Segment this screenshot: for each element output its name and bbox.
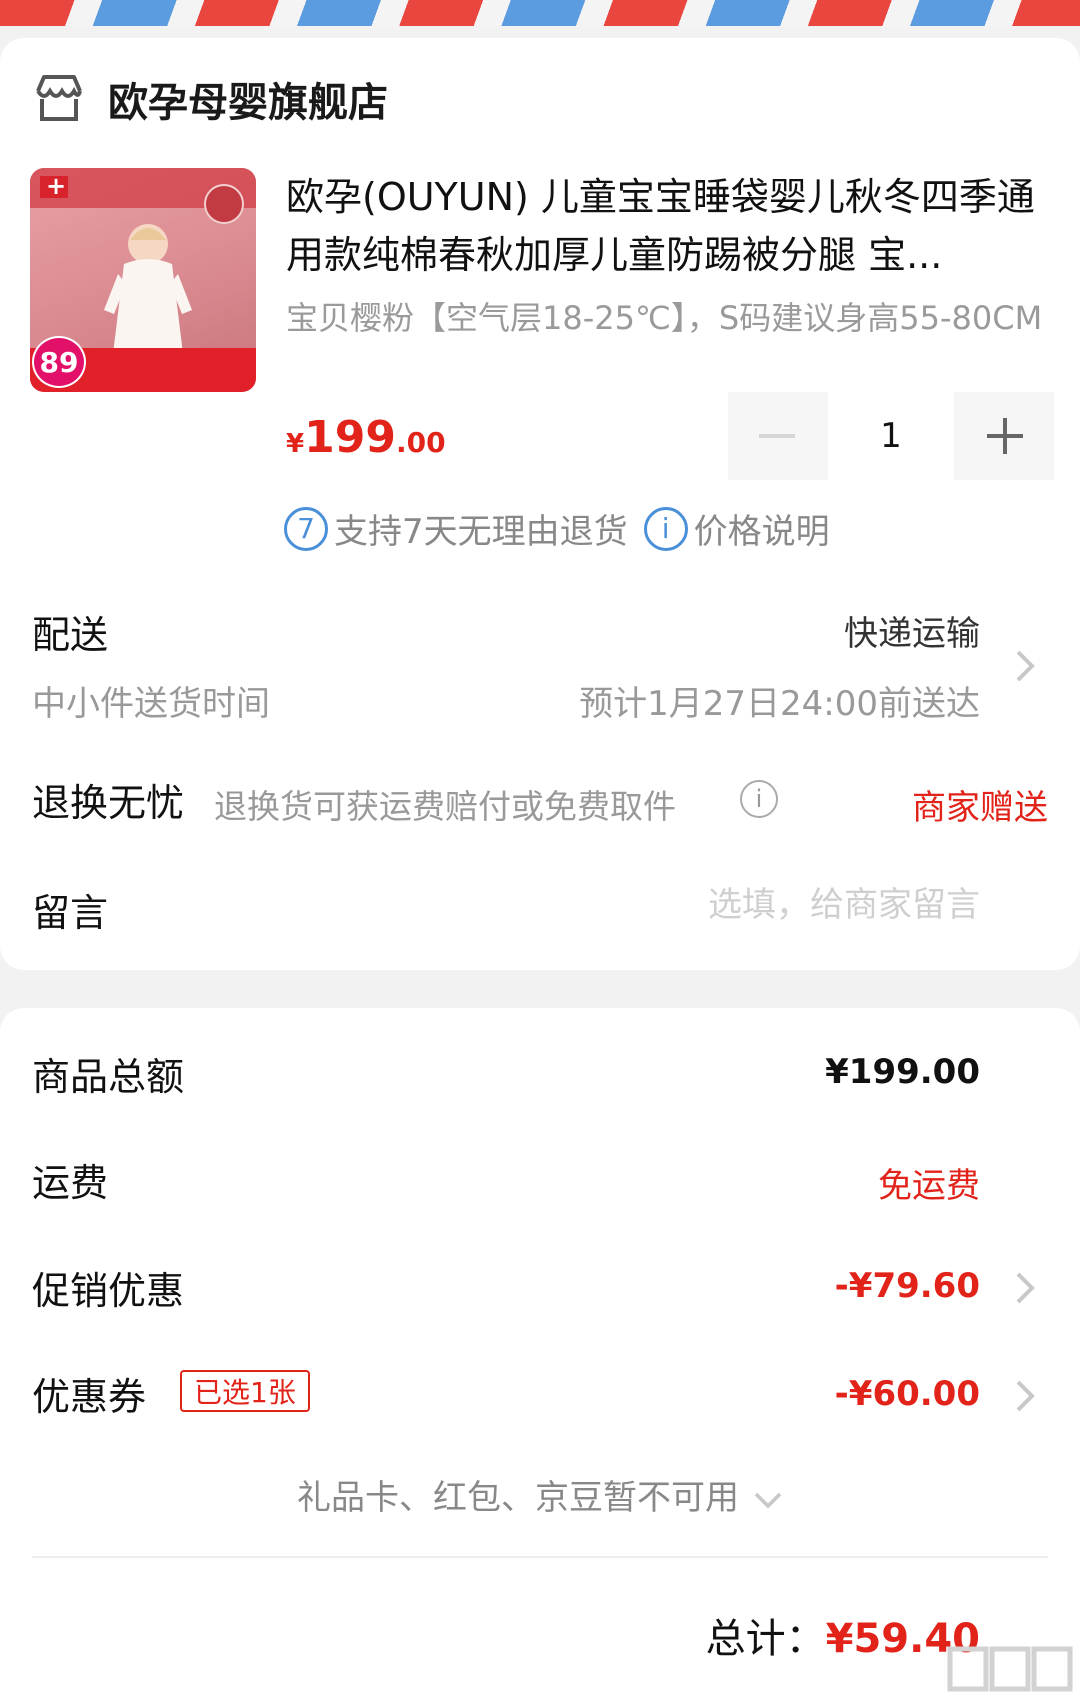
return-guarantee-desc: 退换货可获运费赔付或免费取件 [214, 787, 676, 826]
delivery-label: 配送 [32, 613, 109, 657]
increase-quantity-button[interactable] [956, 392, 1054, 480]
goods-total-label: 商品总额 [32, 1055, 185, 1099]
promotion-label: 促销优惠 [32, 1269, 185, 1313]
chevron-right-icon[interactable] [1014, 1268, 1036, 1308]
price-currency: ¥ [286, 429, 305, 459]
baby-photo-icon [104, 224, 192, 362]
chevron-right-icon[interactable] [1014, 1376, 1036, 1416]
info-icon: i [643, 506, 688, 551]
chevron-right-icon[interactable] [1014, 646, 1036, 686]
minus-icon [759, 434, 795, 438]
shipping-value: 免运费 [878, 1166, 980, 1206]
coupon-label: 优惠券 [32, 1375, 147, 1419]
delivery-eta[interactable]: 预计1月27日24:00前送达 [579, 676, 980, 725]
flag-icon [40, 172, 68, 200]
thumbnail-seal-icon [204, 184, 244, 224]
info-icon[interactable]: i [740, 780, 778, 818]
divider [32, 1556, 1048, 1558]
shipping-label: 运费 [32, 1161, 109, 1205]
product-spec[interactable]: 宝贝樱粉【空气层18-25℃】，S码建议身高55-80CM [286, 300, 1056, 336]
message-input[interactable] [560, 880, 980, 930]
store-name: 欧孕母婴旗舰店 [108, 80, 388, 126]
decrease-quantity-button[interactable] [728, 392, 826, 480]
quantity-stepper: 1 [728, 392, 1054, 480]
price-integer: 199 [304, 412, 396, 463]
thumbnail-price-badge: 89 [32, 336, 86, 388]
delivery-time-label: 中小件送货时间 [32, 684, 270, 724]
watermark-logo-icon [947, 1646, 1073, 1692]
service-label-price-info[interactable]: 价格说明 [694, 504, 830, 553]
store-icon [36, 75, 82, 121]
store-header[interactable]: 欧孕母婴旗舰店 [32, 70, 388, 128]
order-total: 总计： ¥59.40 [706, 1606, 980, 1664]
service-label-return[interactable]: 支持7天无理由退货 [334, 504, 628, 553]
goods-total-value: ¥199.00 [825, 1052, 980, 1092]
total-label: 总计： [705, 1616, 826, 1662]
return-guarantee-label: 退换无忧 [32, 781, 185, 825]
site-watermark [946, 1643, 1076, 1699]
gift-card-notice-text: 礼品卡、红包、京豆暂不可用 [297, 1478, 739, 1518]
coupon-selected-tag: 已选1张 [180, 1370, 310, 1412]
airmail-stripe [0, 0, 1080, 26]
price-decimal: .00 [395, 426, 446, 459]
message-label: 留言 [32, 891, 109, 935]
promotion-value[interactable]: -¥79.60 [835, 1266, 980, 1306]
seven-day-return-icon: 7 [284, 506, 328, 551]
order-summary-card [0, 1008, 1080, 1707]
delivery-mode[interactable]: 快递运输 [844, 606, 980, 655]
gift-card-notice[interactable]: 礼品卡、红包、京豆暂不可用 [0, 1470, 1080, 1519]
product-price: ¥ 199 .00 [286, 412, 446, 463]
coupon-value[interactable]: -¥60.00 [835, 1374, 980, 1414]
return-guarantee-badge: 商家赠送 [912, 788, 1048, 828]
product-title[interactable]: 欧孕(OUYUN) 儿童宝宝睡袋婴儿秋冬四季通用款纯棉春秋加厚儿童防踢被分腿 宝… [286, 168, 1056, 284]
quantity-value[interactable]: 1 [826, 392, 956, 480]
service-tags: 7 支持7天无理由退货 i 价格说明 [284, 504, 830, 553]
plus-icon [987, 418, 1023, 454]
chevron-down-icon [754, 1492, 782, 1508]
product-thumbnail[interactable]: 89 [30, 168, 256, 392]
